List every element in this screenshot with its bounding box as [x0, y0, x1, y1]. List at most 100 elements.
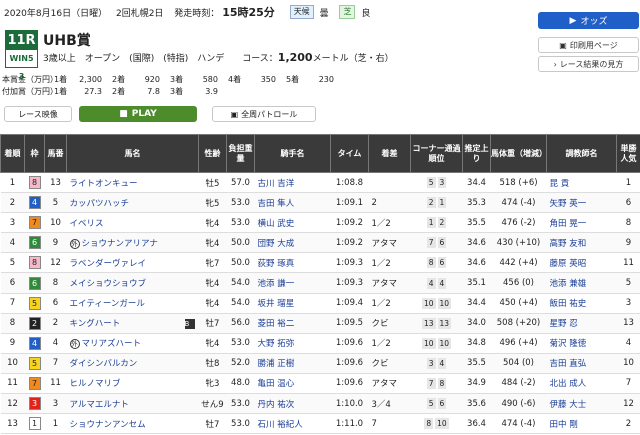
- trainer-cell: 藤原 英昭: [546, 252, 617, 274]
- jockey-cell-link[interactable]: 丹内 祐次: [258, 400, 295, 410]
- horse-number-cell: 11: [44, 373, 67, 395]
- chevron-right-icon: ›: [553, 59, 557, 69]
- horse-name-cell: アルマエルナト: [66, 393, 199, 415]
- results-guide-button[interactable]: › レース結果の見方: [538, 56, 639, 72]
- prize-place: 3着: [170, 87, 184, 96]
- corner-cell: 21: [410, 192, 463, 214]
- horse-name-link[interactable]: イベリス: [70, 219, 104, 229]
- corner-cell: 76: [410, 232, 463, 254]
- jockey-cell-link[interactable]: 横山 武史: [258, 219, 295, 229]
- trainer-cell-link[interactable]: 菊沢 隆徳: [550, 339, 587, 349]
- horse-name-link[interactable]: ラベンダーヴァレイ: [70, 259, 147, 269]
- time-cell: 1:09.3: [330, 272, 369, 294]
- time-cell: 1:09.1: [330, 192, 369, 214]
- popularity-cell: 6: [616, 192, 640, 214]
- table-row: 4 6 9 外ショウナンアリアナ 牝4 50.0 団野 大成 1:09.2 アタマ 7 6 34.6 4…: [0, 232, 640, 254]
- trainer-cell-link[interactable]: 藤原 英昭: [550, 259, 587, 269]
- rank-cell: 13: [0, 413, 25, 435]
- table-row: 11 7 11 ヒルノマリブ 牝3 48.0 亀田 温心 1:09.6 アタマ 7 8 34.9 484…: [0, 373, 640, 395]
- trainer-cell: 伊藤 大士: [546, 393, 617, 415]
- trainer-cell-link[interactable]: 角田 晃一: [550, 219, 587, 229]
- jockey-cell-link[interactable]: 亀田 温心: [258, 379, 295, 389]
- jockey-cell-link[interactable]: 坂井 瑠星: [258, 299, 295, 309]
- jockey-cell: 坂井 瑠星: [254, 293, 331, 314]
- table-row: 7 5 6 エイティーンガール 牝4 54.0 坂井 瑠星 1:09.4 1／2 10 10 34.4…: [0, 293, 640, 314]
- horse-name-link[interactable]: アルマエルナト: [70, 400, 129, 410]
- margin-cell: 1／2: [368, 252, 411, 274]
- weight-cell: 53.0: [226, 192, 255, 214]
- waku-cell: 5: [24, 293, 45, 314]
- horse-name-cell: ショウナンアンセム: [66, 413, 199, 435]
- horse-name-link[interactable]: ヒルノマリブ: [70, 379, 121, 389]
- horse-name-link[interactable]: マリアズハート: [82, 339, 142, 349]
- corner-position: 10: [437, 337, 452, 349]
- rank-cell: 6: [0, 272, 25, 294]
- patrol-video-button[interactable]: ▣ 全周パトロール: [212, 106, 316, 122]
- corner-position: 6: [437, 398, 447, 410]
- trainer-cell-link[interactable]: 飯田 祐史: [550, 299, 587, 309]
- corner-position: 4: [437, 277, 447, 289]
- trainer-cell-link[interactable]: 吉田 直弘: [550, 359, 587, 369]
- jockey-cell-link[interactable]: 古川 吉洋: [258, 179, 295, 189]
- horse-name-link[interactable]: キングハート: [70, 319, 121, 329]
- jockey-cell-link[interactable]: 石川 裕紀人: [258, 420, 303, 430]
- race-conditions: 3歳以上 オープン (国際) (特指) ハンデ コース：1,200メートル（芝・…: [43, 51, 394, 64]
- prize-amount: 350: [260, 75, 276, 84]
- waku-badge: 8: [28, 256, 41, 270]
- popularity-cell: 12: [616, 393, 640, 415]
- trainer-cell-link[interactable]: 伊藤 大士: [550, 400, 587, 410]
- time-cell: 1:09.2: [330, 212, 369, 234]
- jockey-cell-link[interactable]: 団野 大成: [258, 239, 295, 249]
- popularity-cell: 13: [616, 313, 640, 334]
- waku-cell: 6: [24, 272, 45, 294]
- trainer-cell-link[interactable]: 北出 成人: [550, 379, 587, 389]
- corner-position: 6: [437, 257, 447, 269]
- odds-button[interactable]: ▶ オッズ: [538, 12, 639, 29]
- horse-name-link[interactable]: メイショウショウブ: [70, 279, 147, 289]
- trainer-cell-link[interactable]: 田中 剛: [550, 420, 578, 430]
- table-row: 8 2 2 キングハート B 牡7 56.0 菱田 裕二 1:09.5 クビ 13 13 34.0 508…: [0, 313, 640, 334]
- jockey-cell-link[interactable]: 荻野 琢真: [258, 259, 295, 269]
- results-table: 着順枠馬番 馬名 性齢 負担重量 騎手名 タイム 着差 コーナー通過順位 推定上り 馬体重（増減）…: [0, 134, 640, 435]
- table-row: 1 8 13 ライトオンキュー 牡5 57.0 古川 吉洋 1:08.8 5 3 34.4 518 (…: [0, 172, 640, 194]
- sex-age-cell: 牡5: [198, 172, 227, 194]
- time-cell: 1:09.4: [330, 293, 369, 314]
- trainer-cell-link[interactable]: 昆 貢: [550, 179, 570, 189]
- jockey-cell-link[interactable]: 勝浦 正樹: [258, 359, 295, 369]
- horse-name-link[interactable]: ショウナンアリアナ: [82, 239, 158, 249]
- corner-position: 13: [437, 317, 452, 329]
- print-page-button[interactable]: ▣ 印刷用ページ: [538, 37, 639, 53]
- time-cell: 1:10.0: [330, 393, 369, 415]
- trainer-cell-link[interactable]: 星野 忍: [550, 319, 578, 329]
- jockey-cell: 勝浦 正樹: [254, 353, 331, 374]
- waku-cell: 1: [24, 413, 45, 435]
- column-header: 性齢: [198, 134, 227, 173]
- rank-cell: 3: [0, 212, 25, 234]
- rank-cell: 2: [0, 192, 25, 214]
- jockey-cell-link[interactable]: 大野 拓弥: [258, 339, 295, 349]
- weight-cell: 54.0: [226, 272, 255, 294]
- jockey-cell: 菱田 裕二: [254, 313, 331, 334]
- horse-name-link[interactable]: エイティーンガール: [70, 299, 145, 309]
- corner-position: 3: [426, 357, 436, 369]
- play-button[interactable]: ■ PLAY: [79, 106, 197, 122]
- jockey-cell-link[interactable]: 吉田 隼人: [258, 199, 295, 209]
- agari-cell: 34.8: [462, 333, 491, 354]
- jockey-cell-link[interactable]: 池添 謙一: [258, 279, 295, 289]
- jockey-cell-link[interactable]: 菱田 裕二: [258, 319, 295, 329]
- horse-name-link[interactable]: カッパツハッチ: [70, 199, 130, 209]
- trainer-cell-link[interactable]: 矢野 英一: [550, 199, 587, 209]
- column-header: 着順: [0, 134, 25, 173]
- horse-name-link[interactable]: ショウナンアンセム: [70, 420, 146, 430]
- trainer-cell-link[interactable]: 高野 友和: [550, 239, 587, 249]
- horse-name-link[interactable]: ダイシンバルカン: [70, 359, 138, 369]
- trainer-cell-link[interactable]: 池添 兼雄: [550, 279, 587, 289]
- column-header: 調教師名: [546, 134, 617, 173]
- margin-cell: クビ: [368, 313, 411, 334]
- corner-position: 8: [437, 377, 447, 389]
- race-video-button[interactable]: レース映像: [4, 106, 72, 122]
- horse-name-link[interactable]: ライトオンキュー: [70, 179, 138, 189]
- corner-cell: 10 10: [410, 333, 463, 354]
- sex-age-cell: 牝3: [198, 373, 227, 395]
- chevron-right-icon: ▶: [569, 15, 577, 26]
